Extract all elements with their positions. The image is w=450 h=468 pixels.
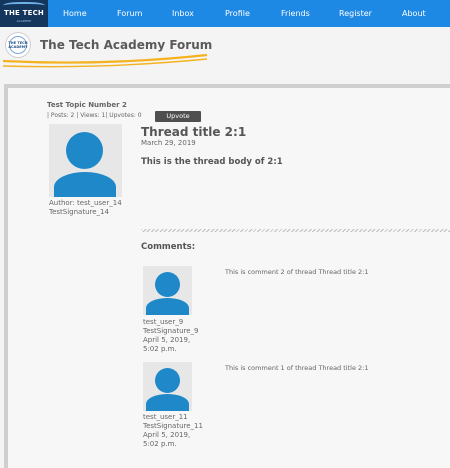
author-avatar bbox=[49, 124, 122, 197]
topic-title: Test Topic Number 2 bbox=[47, 101, 127, 109]
nav-item-profile[interactable]: Profile bbox=[225, 0, 250, 27]
logo-text: THE TECH bbox=[3, 9, 44, 17]
comment-time: 5:02 p.m. bbox=[143, 345, 177, 353]
header-swoosh-decoration bbox=[3, 53, 207, 68]
comment-avatar bbox=[143, 266, 192, 315]
comment-date: April 5, 2019, bbox=[143, 431, 191, 439]
logo-subtext: ACADEMY bbox=[16, 19, 32, 23]
upvote-button[interactable]: Upvote bbox=[155, 111, 201, 122]
tech-academy-logo[interactable]: THE TECH ACADEMY bbox=[0, 0, 48, 27]
topic-stats: | Posts: 2 | Views: 1| Upvotes: 0 bbox=[47, 112, 142, 119]
thread-author: Author: test_user_14 bbox=[49, 199, 122, 207]
comments-heading: Comments: bbox=[141, 242, 196, 252]
nav-item-friends[interactable]: Friends bbox=[281, 0, 310, 27]
thread-date: March 29, 2019 bbox=[141, 139, 196, 147]
comment-signature: TestSignature_11 bbox=[143, 422, 203, 430]
section-divider bbox=[141, 229, 450, 232]
nav-item-register[interactable]: Register bbox=[339, 0, 372, 27]
comment-time: 5:02 p.m. bbox=[143, 440, 177, 448]
thread-author-signature: TestSignature_14 bbox=[49, 208, 109, 216]
user-icon bbox=[155, 272, 180, 297]
comment-text: This is comment 2 of thread Thread title… bbox=[225, 268, 369, 276]
comment-signature: TestSignature_9 bbox=[143, 327, 199, 335]
comment-author: test_user_11 bbox=[143, 413, 188, 421]
thread-body: This is the thread body of 2:1 bbox=[141, 157, 283, 167]
nav-item-about[interactable]: About bbox=[402, 0, 426, 27]
site-logo-text: THE TECH ACADEMY bbox=[8, 41, 28, 49]
user-icon bbox=[66, 132, 103, 169]
site-title: The Tech Academy Forum bbox=[40, 38, 213, 52]
comment-avatar bbox=[143, 362, 192, 411]
comment-date: April 5, 2019, bbox=[143, 336, 191, 344]
nav-item-forum[interactable]: Forum bbox=[117, 0, 142, 27]
comment-author: test_user_9 bbox=[143, 318, 184, 326]
nav-item-inbox[interactable]: Inbox bbox=[172, 0, 194, 27]
top-navigation-bar: THE TECH ACADEMY Home Forum Inbox Profil… bbox=[0, 0, 450, 27]
comment-text: This is comment 1 of thread Thread title… bbox=[225, 364, 369, 372]
thread-title: Thread title 2:1 bbox=[141, 125, 247, 139]
nav-item-home[interactable]: Home bbox=[63, 0, 87, 27]
user-icon bbox=[155, 368, 180, 393]
